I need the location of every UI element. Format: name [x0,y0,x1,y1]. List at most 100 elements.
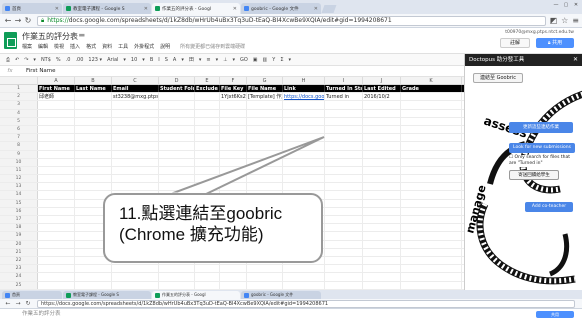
table-cell[interactable] [159,109,195,117]
menu-insert[interactable]: 插入 [70,43,80,50]
table-cell[interactable] [363,281,401,289]
toolbar-item[interactable]: 10 [131,57,137,63]
row-number[interactable]: 24 [0,273,38,281]
table-cell[interactable] [325,183,363,191]
table-cell[interactable] [401,142,462,150]
table-cell[interactable] [401,117,462,125]
table-cell[interactable] [38,256,75,265]
table-cell[interactable] [363,134,401,142]
table-cell[interactable]: Grade [401,85,462,93]
table-cell[interactable] [325,232,363,240]
table-cell[interactable] [159,125,195,134]
new-tab-button[interactable] [321,5,337,13]
menu-data[interactable]: 資料 [102,43,112,50]
table-cell[interactable] [325,281,363,289]
table-cell[interactable]: File Name [247,85,283,93]
table-cell[interactable] [220,101,247,109]
maximize-icon[interactable]: ▢ [562,2,570,9]
browser-tab[interactable]: 首頁 [2,291,62,299]
column-header[interactable]: A [38,77,75,85]
table-cell[interactable]: 1Yjxt6Ks2VKL1b [220,93,247,101]
table-cell[interactable] [401,281,462,289]
column-header[interactable]: C [112,77,159,85]
table-cell[interactable] [401,273,462,281]
row-number[interactable]: 11 [0,166,38,175]
toolbar-item[interactable]: A [173,57,176,63]
table-cell[interactable] [112,273,159,281]
table-cell[interactable] [75,150,112,158]
table-cell[interactable] [325,240,363,248]
table-cell[interactable]: st3238@mxg.ptps.ntct.edu.tw [112,93,159,101]
menu-addons[interactable]: 外掛程式 [134,43,154,50]
table-cell[interactable]: Last Name [75,85,112,93]
column-header[interactable]: J [363,77,401,85]
star-icon[interactable]: ☆ ▬ [70,31,85,39]
table-cell[interactable] [283,125,325,134]
table-cell[interactable] [247,109,283,117]
toolbar-item[interactable]: ≡ [206,57,210,63]
table-cell[interactable] [325,248,363,256]
table-cell[interactable] [38,101,75,109]
comments-button[interactable]: 註解 [500,38,530,48]
table-cell[interactable] [325,158,363,166]
table-cell[interactable] [401,191,462,199]
toolbar-item[interactable]: ▾ [232,57,235,63]
table-cell[interactable] [38,175,75,183]
row-number[interactable]: 6 [0,125,38,134]
table-cell[interactable] [75,125,112,134]
table-cell[interactable] [112,125,159,134]
formula-input[interactable]: First Name [20,68,56,74]
table-cell[interactable] [159,101,195,109]
table-cell[interactable] [38,109,75,117]
table-cell[interactable] [401,158,462,166]
table-cell[interactable] [195,93,220,101]
table-cell[interactable] [112,109,159,117]
reload-icon[interactable]: ↻ [23,300,33,307]
row-number[interactable]: 7 [0,134,38,142]
table-cell[interactable] [325,109,363,117]
table-cell[interactable] [363,175,401,183]
row-number[interactable]: 25 [0,281,38,289]
column-header[interactable]: D [159,77,195,85]
file-link[interactable]: https://docs.goo [284,94,324,100]
toolbar-item[interactable]: I [158,57,159,63]
menu-edit[interactable]: 編輯 [38,43,48,50]
table-cell[interactable] [325,175,363,183]
table-cell[interactable] [325,207,363,215]
table-cell[interactable] [195,273,220,281]
table-cell[interactable] [220,125,247,134]
toolbar-item[interactable]: ▾ [142,57,145,63]
toolbar-item[interactable]: ↶ [15,57,19,63]
tab-close-icon[interactable]: ✕ [231,6,237,12]
table-cell[interactable] [325,224,363,232]
row-number[interactable]: 9 [0,150,38,158]
table-cell[interactable] [325,191,363,199]
toolbar-item[interactable]: B [150,57,153,63]
table-cell[interactable] [325,166,363,175]
url-input[interactable]: 🔒︎ https:// docs.google.com/spreadsheets… [37,15,546,26]
row-number[interactable]: 5 [0,117,38,125]
table-cell[interactable] [401,232,462,240]
row-number[interactable]: 17 [0,216,38,224]
column-header[interactable]: E [195,77,220,85]
row-number[interactable]: 12 [0,175,38,183]
table-cell[interactable] [38,150,75,158]
table-cell[interactable] [112,158,159,166]
table-cell[interactable] [363,256,401,265]
toolbar-item[interactable]: ▾ [181,57,184,63]
toolbar-item[interactable]: ▾ [123,57,126,63]
table-cell[interactable] [363,240,401,248]
table-cell[interactable] [38,232,75,240]
row-number[interactable]: 23 [0,265,38,273]
toolbar-item[interactable]: S [165,57,168,63]
toolbar-item[interactable]: ▣ [253,57,258,63]
table-cell[interactable] [159,273,195,281]
table-cell[interactable] [38,134,75,142]
table-cell[interactable] [220,265,247,273]
table-cell[interactable]: Turned In Status [325,85,363,93]
table-cell[interactable] [363,117,401,125]
table-cell[interactable] [38,158,75,166]
table-cell[interactable] [75,134,112,142]
checkbox-icon[interactable]: ☐ [509,155,513,160]
table-cell[interactable]: 2016/10/2 [363,93,401,101]
